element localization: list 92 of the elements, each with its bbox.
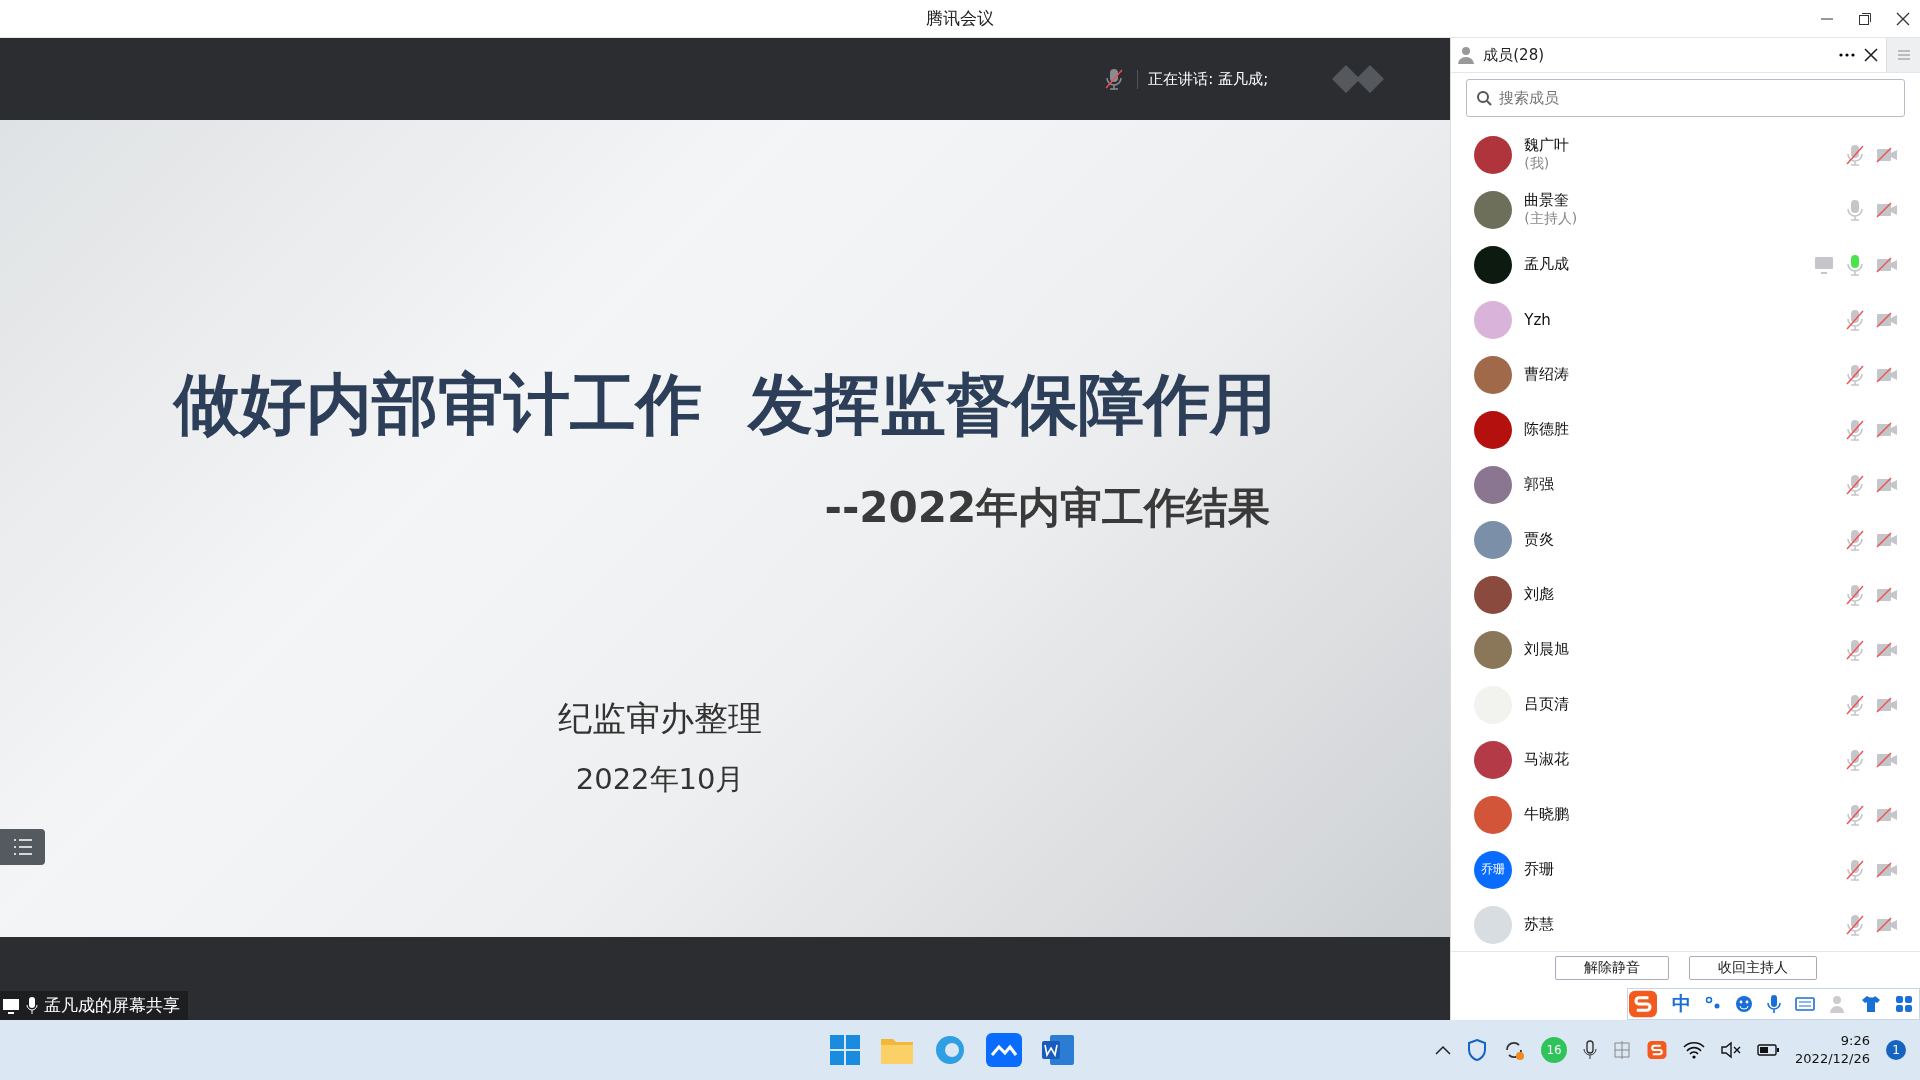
emoji-icon[interactable] — [1735, 995, 1753, 1013]
avatar: 乔珊 — [1474, 850, 1513, 889]
window-title: 腾讯会议 — [926, 7, 994, 30]
notification-badge[interactable]: 1 — [1886, 1040, 1906, 1060]
browser-icon[interactable] — [934, 1034, 966, 1066]
ime-grid-icon[interactable] — [1613, 1041, 1632, 1059]
member-name: Yzh — [1524, 310, 1552, 329]
speaker-status: 正在讲话: 孟凡成; — [1137, 69, 1269, 89]
camera-off-icon[interactable] — [1876, 146, 1898, 163]
mic-muted-icon[interactable] — [1846, 748, 1864, 771]
camera-off-icon[interactable] — [1876, 696, 1898, 713]
mic-muted-icon[interactable] — [1846, 638, 1864, 661]
menu-icon — [1897, 50, 1910, 60]
list-icon — [11, 838, 34, 856]
mic-muted-icon[interactable] — [1846, 363, 1864, 386]
member-role: (我) — [1524, 155, 1551, 173]
mic-icon — [26, 997, 38, 1014]
mic-muted-icon[interactable] — [1846, 858, 1864, 881]
wifi-icon[interactable] — [1683, 1041, 1706, 1059]
windows-start-icon[interactable] — [830, 1035, 860, 1065]
camera-off-icon[interactable] — [1876, 256, 1898, 273]
member-name: 刘晨旭 — [1524, 640, 1571, 659]
camera-off-icon[interactable] — [1876, 861, 1898, 878]
member-name: 郭强 — [1524, 475, 1556, 494]
panel-title: 成员(28) — [1483, 45, 1546, 65]
slide-author: 纪监审办整理 — [558, 697, 763, 740]
close-icon[interactable] — [1864, 48, 1878, 62]
ime-mode[interactable]: 中 — [1672, 991, 1691, 1017]
camera-off-icon[interactable] — [1876, 311, 1898, 328]
keyboard-icon[interactable] — [1795, 996, 1815, 1012]
grid-icon[interactable] — [1895, 995, 1913, 1013]
speaker-muted-icon[interactable] — [1721, 1041, 1742, 1059]
mic-muted-icon[interactable] — [1846, 803, 1864, 826]
mic-muted-icon[interactable] — [1846, 308, 1864, 331]
slide-date: 2022年10月 — [575, 761, 745, 798]
member-name: 吕页清 — [1524, 695, 1571, 714]
chevron-up-icon[interactable] — [1435, 1045, 1452, 1055]
member-name: 马淑花 — [1524, 750, 1571, 769]
search-icon — [1476, 90, 1493, 106]
camera-off-icon[interactable] — [1876, 806, 1898, 823]
mic-muted-icon[interactable] — [1846, 418, 1864, 441]
restore-icon[interactable] — [1858, 12, 1872, 26]
member-name: 刘彪 — [1524, 585, 1556, 604]
slide-title: 做好内部审计工作 发挥监督保障作用 — [174, 365, 1277, 445]
shield-icon[interactable] — [1467, 1039, 1488, 1061]
slide-subtitle: --2022年内审工作结果 — [824, 482, 1271, 534]
camera-off-icon[interactable] — [1876, 586, 1898, 603]
mic-muted-icon[interactable] — [1846, 528, 1864, 551]
mic-muted-icon[interactable] — [1846, 583, 1864, 606]
close-icon[interactable] — [1896, 12, 1910, 26]
person-icon — [1457, 46, 1476, 64]
member-name: 陈德胜 — [1524, 420, 1571, 439]
panel-button[interactable]: 解除静音 — [1554, 956, 1669, 980]
shirt-icon[interactable] — [1861, 995, 1881, 1013]
date: 2022/12/26 — [1795, 1050, 1870, 1068]
camera-off-icon[interactable] — [1876, 366, 1898, 383]
battery-icon[interactable] — [1757, 1044, 1780, 1056]
word-icon[interactable] — [1042, 1035, 1074, 1065]
mic-muted-icon[interactable] — [1846, 913, 1864, 936]
meeting-app-icon[interactable] — [986, 1033, 1022, 1067]
member-name: 贾炎 — [1524, 530, 1556, 549]
camera-off-icon[interactable] — [1876, 641, 1898, 658]
camera-off-icon[interactable] — [1876, 751, 1898, 768]
member-name: 苏慧 — [1524, 915, 1556, 934]
time: 9:26 — [1840, 1032, 1870, 1050]
camera-off-icon[interactable] — [1876, 421, 1898, 438]
mic-muted-icon[interactable] — [1105, 68, 1124, 90]
screen-share-icon — [2, 997, 20, 1014]
camera-off-icon[interactable] — [1876, 916, 1898, 933]
mic-muted-icon[interactable] — [1846, 693, 1864, 716]
more-icon[interactable] — [1838, 52, 1856, 58]
ime-logo-icon[interactable] — [1647, 1040, 1668, 1060]
mic-muted-icon[interactable] — [1846, 143, 1864, 166]
microphone-icon[interactable] — [1583, 1040, 1598, 1060]
panel-button[interactable]: 收回主持人 — [1688, 956, 1817, 980]
voice-icon[interactable] — [1767, 994, 1781, 1014]
sync-icon[interactable] — [1503, 1039, 1526, 1061]
member-name: 曲景奎 — [1524, 191, 1571, 210]
member-name: 孟凡成 — [1524, 255, 1571, 274]
mic-muted-icon[interactable] — [1846, 473, 1864, 496]
member-name: 曹绍涛 — [1524, 365, 1571, 384]
member-name: 牛晓鹏 — [1524, 805, 1571, 824]
camera-off-icon[interactable] — [1876, 531, 1898, 548]
member-name: 乔珊 — [1524, 860, 1556, 879]
outline-button[interactable] — [0, 829, 45, 865]
camera-off-icon[interactable] — [1876, 476, 1898, 493]
clock[interactable]: 9:26 2022/12/26 — [1795, 1032, 1870, 1068]
member-role: (主持人) — [1524, 210, 1579, 228]
camera-off-icon[interactable] — [1876, 201, 1898, 218]
search-field[interactable]: 搜索成员 — [1466, 79, 1905, 117]
member-name: 魏广叶 — [1524, 136, 1571, 155]
share-label: 孟凡成的屏幕共享 — [44, 994, 180, 1017]
